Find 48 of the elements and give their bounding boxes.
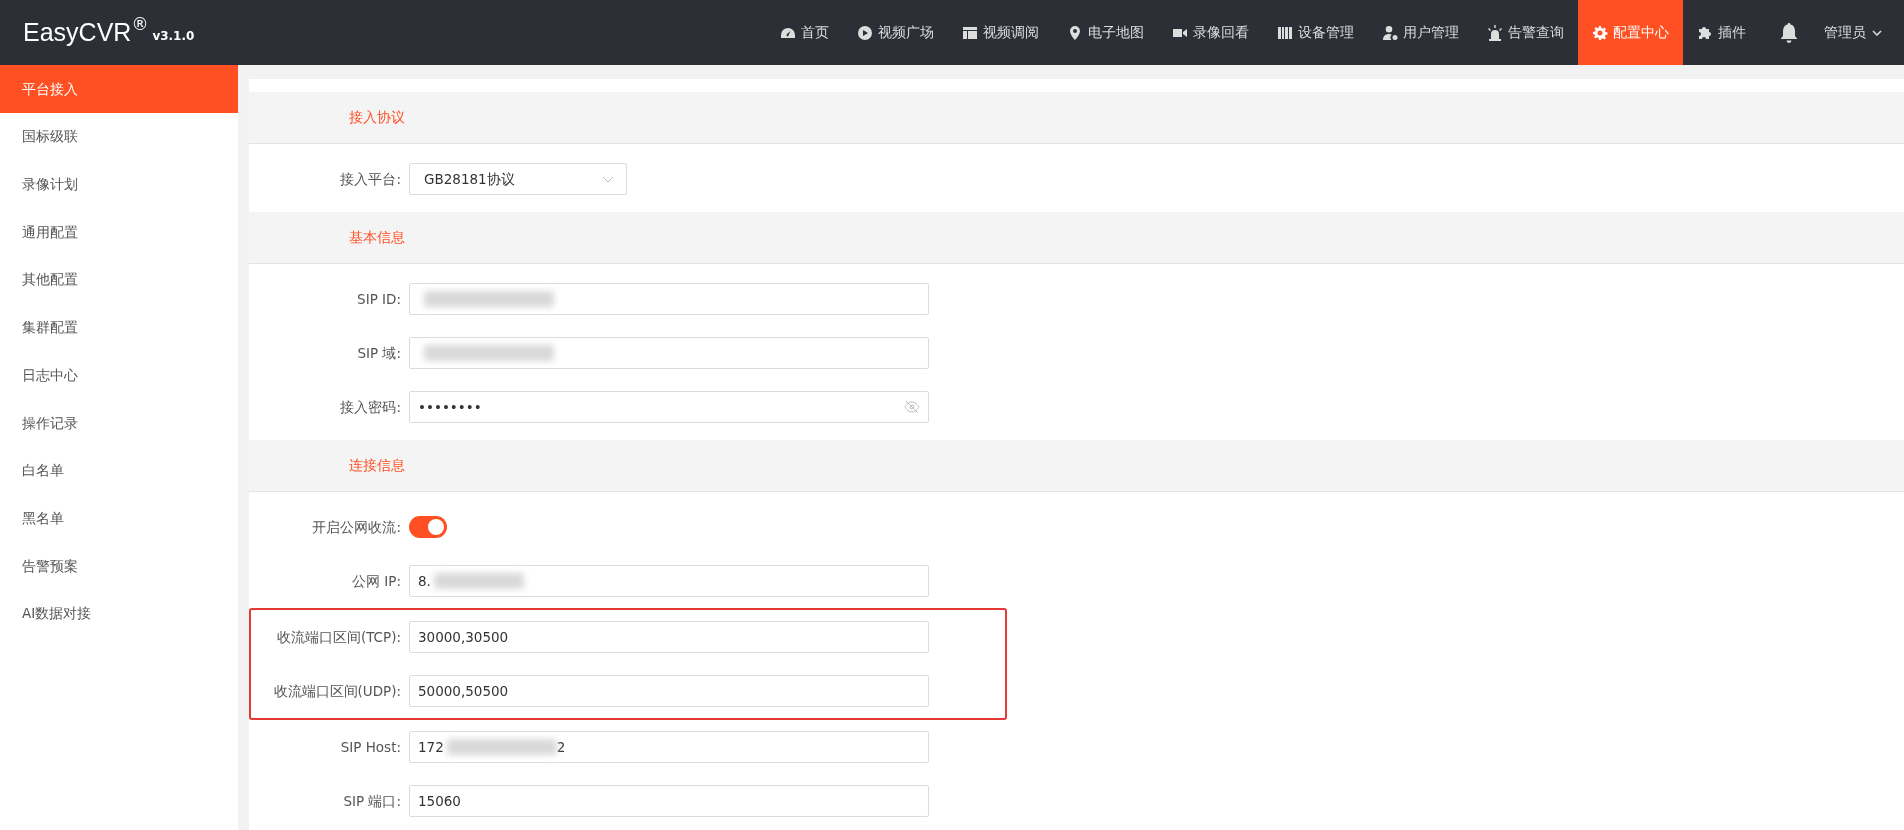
columns-icon bbox=[1277, 24, 1293, 41]
nav-item[interactable]: 插件 bbox=[1683, 0, 1760, 65]
caret-icon bbox=[1872, 29, 1882, 36]
field-label: SIP 端口: bbox=[342, 791, 402, 811]
field-label: SIP Host: bbox=[339, 737, 402, 757]
location-pin-icon bbox=[1067, 24, 1083, 41]
bell-icon[interactable] bbox=[1780, 22, 1798, 43]
user-icon bbox=[1382, 24, 1398, 41]
nav-item[interactable]: 设备管理 bbox=[1263, 0, 1368, 65]
nav-item[interactable]: 告警查询 bbox=[1473, 0, 1578, 65]
input-field[interactable]: 50000,50500 bbox=[409, 675, 929, 707]
field-label: 公网 IP: bbox=[351, 571, 402, 591]
section-title: 基本信息 bbox=[349, 228, 405, 247]
input-field[interactable] bbox=[409, 283, 929, 315]
field-label: 开启公网收流: bbox=[311, 517, 402, 537]
section-title: 连接信息 bbox=[349, 456, 405, 475]
user-menu[interactable]: 管理员 bbox=[1814, 22, 1904, 43]
section-title: 接入协议 bbox=[349, 108, 405, 127]
nav-item[interactable]: 电子地图 bbox=[1053, 0, 1158, 65]
toggle-switch[interactable] bbox=[409, 516, 447, 538]
field-label: SIP 域: bbox=[356, 343, 402, 363]
brand-name: EasyCVR bbox=[23, 20, 132, 45]
field-label: 接入平台: bbox=[339, 169, 402, 189]
input-field[interactable] bbox=[409, 337, 929, 369]
input-field[interactable]: 15060 bbox=[409, 785, 929, 817]
settings-icon bbox=[1592, 24, 1608, 41]
field-label: 收流端口区间(TCP): bbox=[275, 627, 402, 647]
nav-item[interactable]: 视频广场 bbox=[843, 0, 948, 65]
eye-slash-icon[interactable] bbox=[904, 400, 920, 414]
chevron-down-icon bbox=[602, 175, 614, 183]
password-field[interactable]: •••••••• bbox=[409, 391, 929, 423]
nav-item[interactable]: 录像回看 bbox=[1158, 0, 1263, 65]
field-label: SIP ID: bbox=[356, 289, 402, 309]
puzzle-icon bbox=[1697, 24, 1713, 41]
input-field[interactable]: 8. bbox=[409, 565, 929, 597]
version-label: v3.1.0 bbox=[152, 28, 195, 45]
alarm-light-icon bbox=[1487, 24, 1503, 41]
select-dropdown[interactable]: GB28181协议 bbox=[409, 163, 627, 195]
nav-item[interactable]: 首页 bbox=[766, 0, 843, 65]
nav-item[interactable]: 视频调阅 bbox=[948, 0, 1053, 65]
nav-item[interactable]: 用户管理 bbox=[1368, 0, 1473, 65]
play-icon bbox=[857, 24, 873, 41]
field-label: 收流端口区间(UDP): bbox=[272, 681, 402, 701]
input-field[interactable]: 172 2 bbox=[409, 731, 929, 763]
input-field[interactable]: 30000,30500 bbox=[409, 621, 929, 653]
field-label: 接入密码: bbox=[339, 397, 402, 417]
registered-mark: ® bbox=[131, 13, 149, 36]
layout-icon bbox=[962, 24, 978, 41]
